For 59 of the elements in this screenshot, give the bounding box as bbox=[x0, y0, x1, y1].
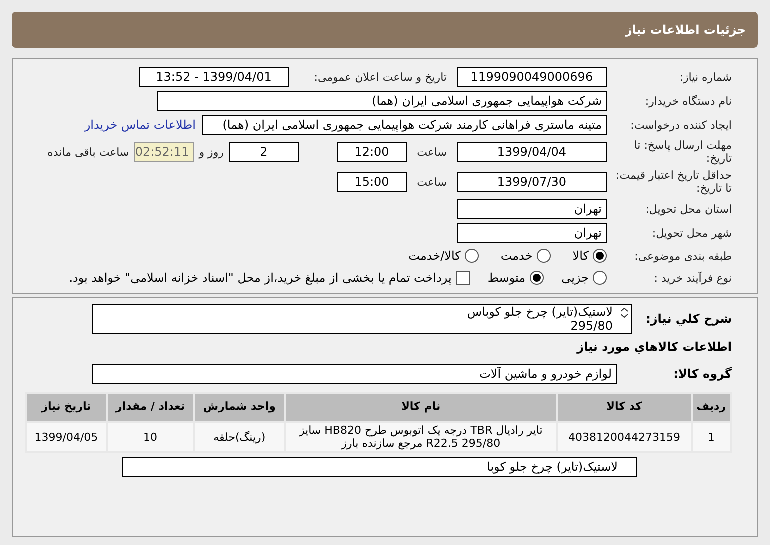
field-label: حداقل تاریخ اعتبار قیمت: تا تاریخ: bbox=[615, 169, 732, 195]
input-field[interactable]: 15:00 bbox=[337, 172, 407, 192]
input-field[interactable]: 1399/04/01 - 13:52 bbox=[139, 67, 289, 87]
field-label: استان محل تحویل: bbox=[644, 202, 732, 216]
radio-label: کالا/خدمت bbox=[408, 248, 461, 265]
field-label: شماره نیاز: bbox=[678, 70, 732, 84]
input-field[interactable]: متینه ماستری فراهانی کارمند شرکت هواپیمایی جمهوری اسلامی ایران (هما) bbox=[202, 115, 607, 135]
input-field[interactable]: شرکت هواپیمایی جمهوری اسلامی ایران (هما) bbox=[157, 91, 607, 111]
scroll-arrows-icon bbox=[621, 308, 628, 318]
column-header: واحد شمارش bbox=[195, 394, 284, 421]
column-header: تاریخ نیاز bbox=[27, 394, 106, 421]
table-cell: 1399/04/05 bbox=[27, 423, 106, 451]
field-label: طبقه بندی موضوعی: bbox=[634, 250, 732, 262]
table-cell: 1 bbox=[692, 423, 730, 451]
input-field[interactable]: لوازم خودرو و ماشین آلات bbox=[92, 364, 617, 384]
table-cell: تایر رادیال TBR درجه یک اتوبوس طرح HB820 سایز 295/80 R22.5 مرجع سازنده بارز bbox=[286, 423, 556, 451]
input-field[interactable]: 1199090049000696 bbox=[457, 67, 607, 87]
radio-label: جزیی bbox=[562, 270, 589, 287]
radio-label: خدمت bbox=[500, 248, 533, 265]
field-label: نوع فرآیند خرید : bbox=[653, 272, 732, 284]
radio-button[interactable] bbox=[536, 249, 551, 263]
checkbox[interactable] bbox=[456, 271, 470, 285]
input-field[interactable]: 2 bbox=[229, 142, 299, 162]
field-label: ساعت باقی مانده bbox=[48, 146, 130, 158]
section-heading: اطلاعات کالاهاي مورد نیاز bbox=[576, 339, 732, 356]
column-header: نام کالا bbox=[286, 394, 556, 421]
table-cell: 4038120044273159 bbox=[558, 423, 691, 451]
input-field[interactable]: 1399/04/04 bbox=[457, 142, 607, 162]
field-label: گروه کالا: bbox=[672, 366, 732, 383]
field-label: ساعت bbox=[417, 176, 447, 188]
radio-label: متوسط bbox=[488, 270, 526, 287]
field-label: ایجاد کننده درخواست: bbox=[630, 118, 732, 132]
table-cell: 10 bbox=[108, 423, 194, 451]
field-label: نام دستگاه خریدار: bbox=[644, 94, 732, 108]
radio-button[interactable] bbox=[530, 271, 544, 285]
field-label: شهر محل تحویل: bbox=[651, 226, 732, 240]
input-field[interactable]: 12:00 bbox=[337, 142, 407, 162]
buyer-contact-link[interactable]: اطلاعات تماس خریدار bbox=[84, 116, 196, 134]
column-header: کد کالا bbox=[558, 394, 691, 421]
field-label: روز و bbox=[199, 146, 224, 158]
radio-label: کالا bbox=[572, 248, 589, 265]
input-field[interactable]: تهران bbox=[457, 223, 607, 243]
field-label: تاریخ و ساعت اعلان عمومی: bbox=[313, 70, 447, 84]
page-title: جزئیات اطلاعات نیاز bbox=[625, 22, 746, 39]
input-field[interactable]: 1399/07/30 bbox=[457, 172, 607, 192]
input-field[interactable]: تهران bbox=[457, 199, 607, 219]
table-cell: (رینگ)حلقه bbox=[195, 423, 284, 451]
field-label: مهلت ارسال پاسخ: تا تاریخ: bbox=[633, 139, 732, 165]
radio-button[interactable] bbox=[464, 249, 479, 263]
column-header: ردیف bbox=[692, 394, 730, 421]
field-label: شرح کلي نیاز: bbox=[645, 311, 732, 328]
radio-button[interactable] bbox=[593, 271, 607, 285]
description-textarea[interactable]: لاستیک(تایر) چرخ جلو کوباس 295/80 bbox=[92, 304, 632, 334]
radio-button[interactable] bbox=[593, 249, 607, 263]
column-header: تعداد / مقدار bbox=[108, 394, 194, 421]
field-label: ساعت bbox=[417, 146, 447, 158]
checkbox-label: پرداخت تمام یا بخشی از مبلغ خرید،از محل "اسناد خزانه اسلامی" خواهد بود. bbox=[69, 270, 452, 287]
countdown-field: 02:52:11 bbox=[134, 142, 194, 162]
description-textarea[interactable]: لاستیک(تایر) چرخ جلو کوبا bbox=[122, 457, 637, 477]
